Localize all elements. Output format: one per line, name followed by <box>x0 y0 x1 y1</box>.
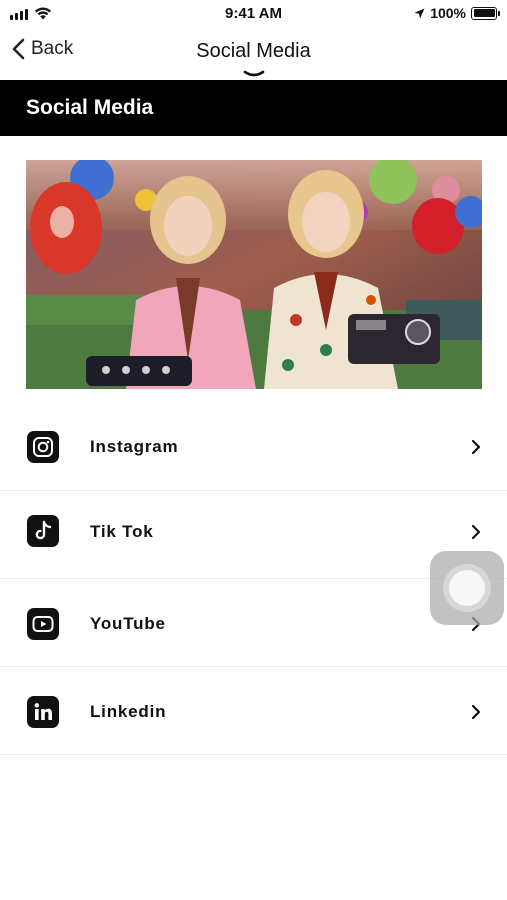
chevron-right-icon <box>471 704 481 720</box>
section-header-title: Social Media <box>26 96 154 119</box>
list-item-instagram[interactable]: Instagram <box>0 403 507 491</box>
list-item-label: Linkedin <box>90 702 167 721</box>
status-right: 100% <box>414 5 500 21</box>
chevron-right-icon <box>471 524 481 540</box>
list-item-label: YouTube <box>90 614 166 633</box>
list-item-label: Instagram <box>90 437 179 456</box>
youtube-icon <box>27 608 59 640</box>
tiktok-icon <box>27 515 59 547</box>
section-header: Social Media <box>0 80 507 136</box>
chevron-right-icon <box>471 439 481 455</box>
pull-down-handle-icon[interactable] <box>243 70 265 78</box>
status-bar: 9:41 AM 100% <box>0 0 507 28</box>
nav-title: Social Media <box>196 40 311 62</box>
assistive-touch-button[interactable] <box>430 551 504 625</box>
list-item-linkedin[interactable]: Linkedin <box>0 667 507 755</box>
banner-image <box>26 160 482 389</box>
linkedin-icon <box>27 696 59 728</box>
location-arrow-icon <box>414 8 425 18</box>
navigation-bar: Back Social Media <box>0 28 507 80</box>
battery-percent: 100% <box>430 5 466 21</box>
instagram-icon <box>27 431 59 463</box>
battery-icon <box>471 6 500 20</box>
list-item-label: Tik Tok <box>90 522 154 541</box>
